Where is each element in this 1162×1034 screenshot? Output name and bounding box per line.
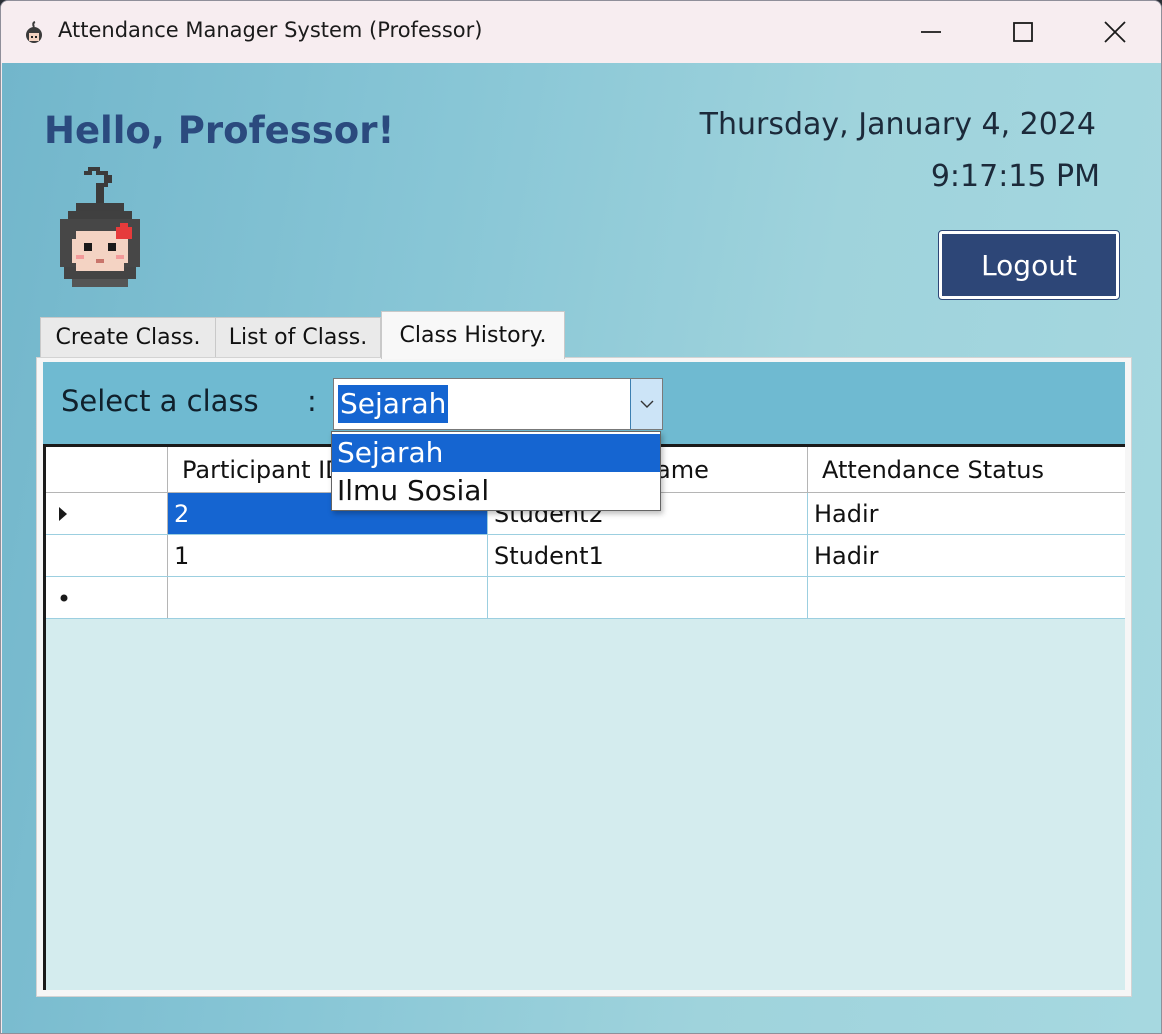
main-form: Hello, Professor! Thursday, January 4, 2…	[2, 63, 1161, 1033]
greeting-label: Hello, Professor!	[44, 109, 395, 152]
chevron-down-icon	[640, 400, 653, 408]
combo-dropdown-button[interactable]	[630, 379, 662, 429]
select-class-label: Select a class	[61, 384, 259, 418]
time-label: 9:17:15 PM	[930, 159, 1100, 194]
grid-row-header-corner	[46, 447, 168, 493]
cell-participant-name-empty[interactable]	[488, 577, 808, 618]
close-icon	[1104, 21, 1126, 43]
tab-list-of-class[interactable]: List of Class.	[215, 317, 381, 357]
tab-create-class[interactable]: Create Class.	[40, 317, 216, 357]
row-header-current[interactable]	[46, 493, 168, 534]
dropdown-option-ilmu-sosial[interactable]: Ilmu Sosial	[332, 472, 660, 510]
maximize-icon	[1013, 22, 1033, 42]
class-select-value[interactable]: Sejarah	[338, 385, 449, 423]
cell-attendance-status[interactable]: Hadir	[808, 535, 1125, 576]
dropdown-option-sejarah[interactable]: Sejarah	[332, 434, 660, 472]
title-bar[interactable]: Attendance Manager System (Professor)	[1, 1, 1161, 63]
new-row-icon	[60, 594, 68, 601]
class-select-dropdown-list[interactable]: Sejarah Ilmu Sosial	[331, 431, 661, 511]
cell-attendance-status-empty[interactable]	[808, 577, 1125, 618]
maximize-button[interactable]	[977, 1, 1069, 63]
cell-participant-id[interactable]: 1	[168, 535, 488, 576]
row-header[interactable]	[46, 535, 168, 576]
date-label: Thursday, January 4, 2024	[699, 107, 1096, 142]
app-window: Attendance Manager System (Professor) He…	[0, 0, 1162, 1034]
tab-class-history[interactable]: Class History.	[381, 311, 565, 359]
select-class-colon: :	[307, 384, 317, 418]
cell-participant-id-empty[interactable]	[168, 577, 488, 618]
class-select-combobox[interactable]: Sejarah	[333, 378, 663, 430]
row-pointer-icon	[59, 506, 67, 521]
row-header-new[interactable]	[46, 577, 168, 618]
professor-avatar-icon	[60, 167, 140, 287]
minimize-button[interactable]	[885, 1, 977, 63]
cell-attendance-status[interactable]: Hadir	[808, 493, 1125, 534]
cell-participant-name[interactable]: Student1	[488, 535, 808, 576]
logout-button[interactable]: Logout	[938, 230, 1120, 300]
column-header-attendance-status[interactable]: Attendance Status	[808, 447, 1125, 493]
new-row[interactable]	[46, 577, 1125, 619]
attendance-grid[interactable]: Participant ID Participant Name Attendan…	[43, 444, 1125, 990]
close-button[interactable]	[1069, 1, 1161, 63]
table-row[interactable]: 1 Student1 Hadir	[46, 535, 1125, 577]
window-title: Attendance Manager System (Professor)	[58, 18, 483, 42]
minimize-icon	[921, 31, 941, 33]
avatar-icon	[26, 21, 42, 43]
